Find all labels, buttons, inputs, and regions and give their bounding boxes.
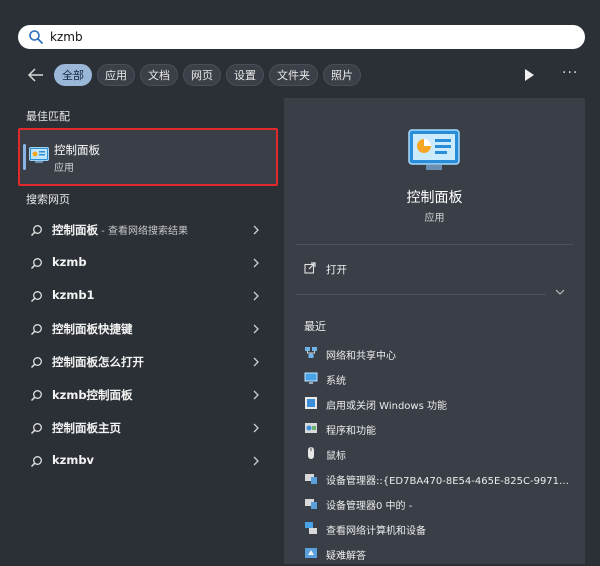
chevron-right-icon [253, 456, 259, 466]
network-icon [305, 347, 317, 358]
web-result-item[interactable]: 控制面板 - 查看网络搜索结果 [18, 214, 280, 247]
tab-apps[interactable]: 应用 [97, 64, 135, 86]
filter-tabs: 全部 应用 文档 网页 设置 文件夹 照片 [54, 64, 361, 86]
tab-web[interactable]: 网页 [183, 64, 221, 86]
web-search-heading: 搜索网页 [26, 193, 70, 206]
monitor-icon [304, 372, 318, 384]
detail-title: 控制面板 [406, 190, 463, 206]
chevron-right-icon [253, 258, 259, 268]
recent-item-label: 设备管理器::{ED7BA470-8E54-465E-825C-997120..… [326, 476, 574, 487]
web-result-text: 控制面板快捷键 [52, 322, 133, 336]
windows-features-icon [305, 397, 317, 409]
detail-panel: 控制面板 应用 打开 最近 网络和共享中心 系统 启用或关闭 Windows 功… [284, 98, 585, 564]
web-result-item[interactable]: kzmb [18, 247, 280, 280]
web-result-item[interactable]: kzmbv [18, 445, 280, 478]
recent-item-label: 查看网络计算机和设备 [326, 526, 426, 537]
web-results-list: 控制面板 - 查看网络搜索结果 kzmb kzmb1 控制面板快捷键 控制面板怎… [18, 214, 280, 478]
recent-item-label: 系统 [326, 376, 346, 387]
device-manager-icon [305, 474, 317, 484]
recent-item[interactable]: 程序和功能 [296, 416, 576, 441]
web-result-text: kzmb1 [52, 288, 95, 302]
selection-indicator [23, 144, 26, 170]
web-result-item[interactable]: kzmb控制面板 [18, 379, 280, 412]
tab-photos[interactable]: 照片 [323, 64, 361, 86]
recent-item[interactable]: 疑难解答 [296, 541, 576, 566]
web-result-subtext: - 查看网络搜索结果 [98, 226, 188, 237]
web-result-text: kzmb [52, 255, 87, 269]
chevron-right-icon [253, 357, 259, 367]
best-match-item[interactable]: 控制面板 应用 [18, 128, 278, 186]
recent-item[interactable]: 网络和共享中心 [296, 341, 576, 366]
divider [296, 244, 573, 245]
chevron-right-icon [253, 291, 259, 301]
recent-item[interactable]: 启用或关闭 Windows 功能 [296, 391, 576, 416]
search-icon [30, 291, 42, 303]
detail-subtitle: 应用 [424, 213, 445, 224]
best-match-subtitle: 应用 [54, 163, 74, 174]
search-icon [30, 456, 42, 468]
web-result-text: 控制面板主页 [52, 421, 121, 435]
web-result-item[interactable]: kzmb1 [18, 280, 280, 313]
tab-folders[interactable]: 文件夹 [269, 64, 318, 86]
troubleshoot-icon [305, 548, 317, 558]
recent-item[interactable]: 设备管理器0 中的 - [296, 491, 576, 516]
recent-item-label: 网络和共享中心 [326, 351, 396, 362]
back-arrow-icon[interactable] [26, 66, 46, 84]
network-computer-icon [305, 522, 317, 534]
recent-item-label: 鼠标 [326, 451, 346, 462]
chevron-right-icon [253, 390, 259, 400]
search-icon [30, 324, 42, 336]
open-external-icon [304, 262, 316, 274]
mouse-icon [308, 447, 314, 459]
recent-item[interactable]: 查看网络计算机和设备 [296, 516, 576, 541]
recent-item-label: 启用或关闭 Windows 功能 [326, 401, 447, 412]
programs-icon [305, 423, 317, 433]
recent-item[interactable]: 鼠标 [296, 441, 576, 466]
chevron-right-icon [253, 225, 259, 235]
web-result-text: 控制面板 [52, 223, 98, 237]
search-icon [29, 30, 43, 44]
web-result-text: kzmb控制面板 [52, 388, 133, 402]
web-result-text: kzmbv [52, 453, 95, 467]
chevron-right-icon [253, 324, 259, 334]
recent-item-label: 程序和功能 [326, 426, 376, 437]
open-action[interactable]: 打开 [296, 258, 573, 280]
tab-settings[interactable]: 设置 [226, 64, 264, 86]
chevron-right-icon [253, 423, 259, 433]
best-match-title: 控制面板 [54, 143, 100, 157]
search-bar[interactable] [18, 25, 585, 49]
search-icon [30, 258, 42, 270]
more-options-icon[interactable]: ··· [562, 66, 580, 84]
divider [296, 294, 546, 295]
control-panel-icon [408, 129, 460, 170]
chevron-down-icon[interactable] [554, 288, 566, 296]
recent-item[interactable]: 设备管理器::{ED7BA470-8E54-465E-825C-997120..… [296, 466, 576, 491]
web-result-item[interactable]: 控制面板快捷键 [18, 313, 280, 346]
web-result-item[interactable]: 控制面板怎么打开 [18, 346, 280, 379]
search-icon [30, 423, 42, 435]
recent-item-label: 疑难解答 [326, 551, 366, 562]
device-manager-icon [305, 499, 317, 509]
tab-all[interactable]: 全部 [54, 64, 92, 86]
recent-list: 网络和共享中心 系统 启用或关闭 Windows 功能 程序和功能 鼠标 设备管… [296, 341, 576, 566]
recent-item-label: 设备管理器0 中的 - [326, 501, 413, 512]
play-icon[interactable] [522, 68, 536, 82]
recent-heading: 最近 [304, 320, 326, 333]
search-input[interactable] [50, 25, 570, 49]
recent-item[interactable]: 系统 [296, 366, 576, 391]
best-match-heading: 最佳匹配 [26, 110, 70, 123]
search-icon [30, 225, 42, 237]
control-panel-icon [29, 147, 49, 163]
search-icon [30, 357, 42, 369]
search-icon [30, 390, 42, 402]
web-result-text: 控制面板怎么打开 [52, 355, 144, 369]
web-result-item[interactable]: 控制面板主页 [18, 412, 280, 445]
tab-documents[interactable]: 文档 [140, 64, 178, 86]
open-label: 打开 [326, 264, 347, 276]
